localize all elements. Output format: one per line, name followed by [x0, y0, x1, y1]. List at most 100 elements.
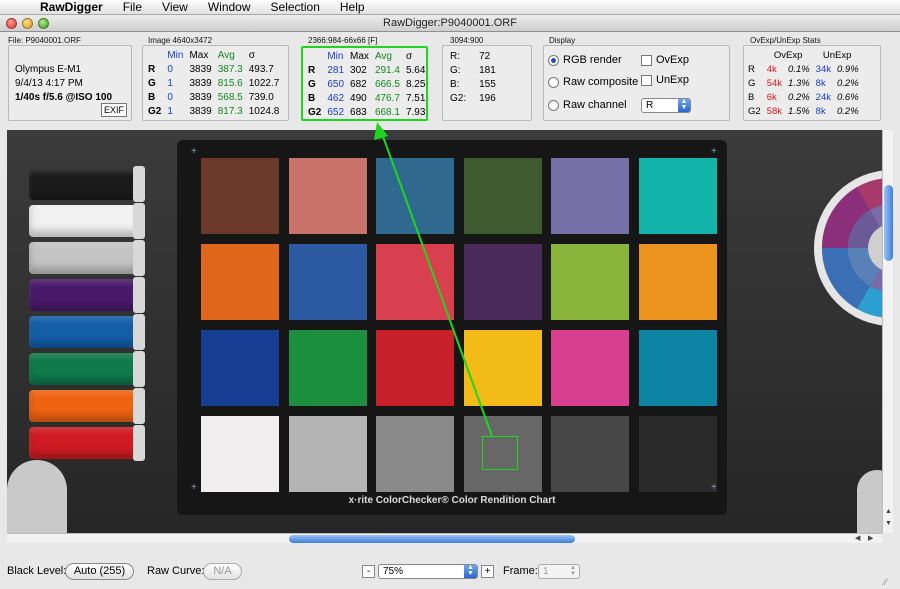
spool-end [133, 203, 145, 239]
raw-curve-button[interactable]: N/A [203, 563, 242, 580]
raw-channel-option[interactable]: Raw channel [548, 99, 627, 111]
avg-cell: 666.5 [374, 79, 400, 90]
table-row: G2 652 683 668.1 7.93 [305, 106, 428, 120]
max-cell: 302 [350, 65, 367, 76]
checkbox-icon[interactable] [641, 74, 652, 86]
image-viewer[interactable]: + + + + x·rite ColorChecker® Color Rendi… [7, 130, 882, 533]
scroll-down-icon[interactable]: ▼ [885, 520, 892, 527]
channel-label: R [308, 65, 316, 76]
sd-cell: 493.7 [248, 64, 274, 75]
min-cell: 1 [167, 106, 173, 117]
selection-stats-header: Min Max Avg σ [305, 50, 428, 64]
vertical-scrollbar[interactable]: ▲ ▼ [882, 130, 893, 533]
channel-label: B [148, 92, 156, 103]
menu-help[interactable]: Help [330, 0, 375, 14]
capture-date: 9/4/13 4:17 PM [15, 78, 83, 89]
scroll-right-icon[interactable]: ▶ [868, 534, 873, 542]
unexp-percent: 0.6% [837, 92, 859, 103]
zoom-out-button[interactable]: - [362, 565, 375, 578]
zoom-value: 75% [383, 566, 404, 577]
exposure-info: 1/40s f/5.6 @ISO 100 [15, 92, 113, 103]
avg-cell: 291.4 [374, 65, 400, 76]
horizontal-scroll-thumb[interactable] [289, 535, 575, 543]
crosshair-icon: + [711, 146, 717, 157]
menu-view[interactable]: View [152, 0, 198, 14]
radio-checked-icon[interactable] [548, 54, 559, 66]
zoom-select[interactable]: 75% ▲ ▼ [378, 564, 478, 579]
unexp-count: 24k [815, 92, 831, 103]
stepper-arrows-icon[interactable]: ▲ ▼ [464, 564, 477, 578]
scroll-up-icon[interactable]: ▲ [885, 508, 892, 515]
display-panel-title: Display [549, 36, 576, 45]
color-wheel-image [814, 170, 882, 326]
horizontal-scrollbar[interactable]: ◀ ▶ [7, 533, 882, 543]
col-min: Min [167, 50, 184, 61]
menu-selection[interactable]: Selection [261, 0, 330, 14]
checkbox-icon[interactable] [641, 54, 652, 66]
rgb-render-option[interactable]: RGB render [548, 54, 622, 66]
menu-app[interactable]: RawDigger [30, 0, 113, 14]
table-row: G 650 682 666.5 8.25 [305, 78, 428, 92]
sd-cell: 5.64 [405, 65, 426, 76]
spool-end [133, 314, 145, 350]
avg-cell: 817.3 [217, 106, 243, 117]
ovexp-toggle[interactable]: OvExp [641, 54, 689, 66]
ovexp-unexp-table: OvExp UnExp R 4k 0.1% 34k 0.9% G 54k 1.3% 8k 0.2… [745, 49, 862, 119]
max-cell: 3839 [189, 64, 212, 75]
color-patch [376, 416, 454, 492]
raw-channel-select[interactable]: R ▲ ▼ [641, 98, 691, 113]
avg-cell: 815.6 [217, 78, 243, 89]
stepper-arrows-icon[interactable]: ▲ ▼ [570, 565, 576, 577]
col-sd: σ [405, 51, 413, 62]
avg-cell: 387.3 [217, 64, 243, 75]
ovexp-unexp-panel: OvExp UnExp R 4k 0.1% 34k 0.9% G 54k 1.3% 8k 0.2… [743, 45, 881, 121]
radio-icon[interactable] [548, 99, 559, 111]
thread-spool [29, 203, 145, 239]
unexp-percent: 0.2% [837, 106, 859, 117]
pixel-panel-title: 3094:900 [450, 36, 484, 45]
spool-end [133, 425, 145, 461]
selection-rectangle[interactable] [482, 436, 518, 470]
table-row: G 1 3839 815.6 1022.7 [145, 77, 282, 91]
pixel-value: 181 [479, 65, 496, 76]
pixel-value-panel: R: 72 G: 181 B: 155 G2: 196 [442, 45, 532, 121]
display-panel: RGB render Raw composite Raw channel OvE… [543, 45, 730, 121]
image-stats-panel: Min Max Avg σ R 0 3839 387.3 493.7 G 1 3839 815… [142, 45, 289, 121]
black-level-label: Black Level: [7, 565, 67, 577]
info-panels: File: P9040001.ORF Olympus E-M1 9/4/13 4… [0, 33, 900, 128]
channel-label: G [148, 78, 156, 89]
zoom-in-button[interactable]: + [481, 565, 494, 578]
image-stats-table: Min Max Avg σ R 0 3839 387.3 493.7 G 1 3839 815… [145, 49, 282, 119]
unexp-count: 34k [815, 64, 831, 75]
menu-window[interactable]: Window [198, 0, 261, 14]
black-level-button[interactable]: Auto (255) [65, 563, 134, 580]
channel-label: G2: [450, 93, 467, 104]
thread-spool [29, 166, 145, 202]
radio-icon[interactable] [548, 76, 559, 88]
ovexp-header: OvExp UnExp [745, 49, 862, 63]
channel-label: G: [450, 65, 461, 76]
avg-cell: 668.1 [374, 107, 400, 118]
table-row: G 54k 1.3% 8k 0.2% [745, 77, 862, 91]
color-patch [288, 244, 367, 320]
ovexp-percent: 1.5% [788, 106, 810, 117]
unexp-count: 8k [815, 78, 826, 89]
color-patch [288, 158, 367, 234]
stepper-arrows-icon[interactable]: ▲ ▼ [678, 98, 690, 112]
color-patch [201, 416, 279, 492]
unexp-percent: 0.9% [837, 64, 859, 75]
scroll-left-icon[interactable]: ◀ [855, 534, 860, 542]
color-patch [376, 330, 454, 406]
min-cell: 462 [327, 93, 345, 104]
color-patch [376, 244, 454, 320]
menu-file[interactable]: File [113, 0, 152, 14]
min-cell: 650 [327, 79, 345, 90]
ovexp-panel-title: OvExp/UnExp Stats [750, 36, 821, 45]
raw-composite-option[interactable]: Raw composite [548, 76, 638, 88]
resize-grip-icon[interactable]: ⁄⁄ [884, 577, 887, 587]
frame-stepper[interactable]: 1 ▲ ▼ [538, 564, 580, 579]
exif-button[interactable]: EXIF [101, 103, 127, 117]
vertical-scroll-thumb[interactable] [884, 185, 893, 261]
unexp-toggle[interactable]: UnExp [641, 74, 689, 86]
channel-label: B [308, 93, 316, 104]
